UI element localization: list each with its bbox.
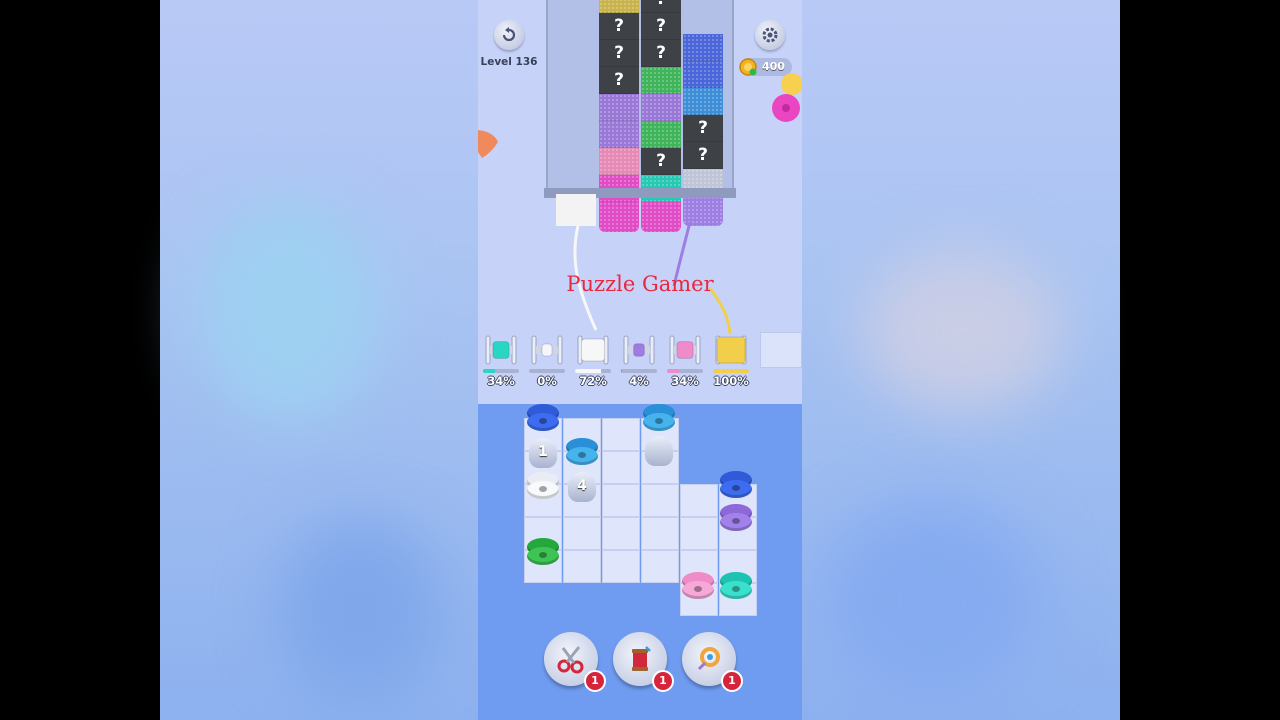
hidden-spool[interactable] bbox=[645, 436, 673, 466]
board-cell bbox=[602, 517, 640, 550]
spool-disk bbox=[682, 581, 714, 599]
spool-percent: 34% bbox=[487, 374, 515, 388]
board-cell bbox=[602, 451, 640, 484]
spool-count-badge: 1 bbox=[652, 670, 674, 692]
spool-disk bbox=[720, 480, 752, 498]
restart-icon bbox=[502, 27, 516, 42]
hidden-count: 4 bbox=[577, 478, 587, 494]
side-decoration-left bbox=[478, 130, 498, 158]
spool-disk bbox=[527, 413, 559, 431]
locked-spool-slot bbox=[760, 332, 802, 368]
spool-hole bbox=[539, 552, 547, 558]
board-cell bbox=[602, 418, 640, 451]
spool-hole bbox=[539, 418, 547, 424]
thread-spool[interactable] bbox=[573, 330, 613, 370]
spool-percent: 72% bbox=[579, 374, 607, 388]
coin-icon bbox=[739, 58, 757, 76]
spool-disk bbox=[720, 513, 752, 531]
spool-hole bbox=[539, 486, 547, 492]
board-cell bbox=[680, 517, 718, 550]
level-label: Level 136 bbox=[480, 56, 538, 68]
board-cell bbox=[680, 484, 718, 517]
thread-spool[interactable] bbox=[527, 330, 567, 370]
spool-hole bbox=[655, 418, 663, 424]
thread-spool[interactable] bbox=[665, 330, 705, 370]
spool-progress-bar bbox=[483, 369, 519, 373]
spool-disk bbox=[527, 481, 559, 499]
spool-progress-bar bbox=[667, 369, 703, 373]
background-left bbox=[160, 0, 478, 720]
spool-icon bbox=[623, 335, 655, 365]
side-decoration-right bbox=[772, 73, 802, 122]
spool-percent: 100% bbox=[713, 374, 749, 388]
spool-icon bbox=[485, 335, 517, 365]
spool-disk bbox=[720, 581, 752, 599]
restart-button[interactable] bbox=[494, 20, 524, 50]
thread-spool[interactable] bbox=[711, 330, 751, 370]
board-cell bbox=[602, 550, 640, 583]
thread-spool[interactable] bbox=[481, 330, 521, 370]
board-cell bbox=[641, 484, 679, 517]
spool-percent: 4% bbox=[629, 374, 649, 388]
magnet-count-badge: 1 bbox=[721, 670, 743, 692]
board-cell bbox=[563, 517, 601, 550]
thread-spool[interactable] bbox=[619, 330, 659, 370]
spool-percent: 34% bbox=[671, 374, 699, 388]
spool-disk bbox=[566, 447, 598, 465]
spool-icon bbox=[715, 335, 747, 365]
board-cell bbox=[602, 484, 640, 517]
spool-hole bbox=[732, 518, 740, 524]
spool-hole bbox=[578, 452, 586, 458]
board-cell bbox=[641, 550, 679, 583]
watermark-text: Puzzle Gamer bbox=[566, 272, 714, 296]
spool-hole bbox=[732, 485, 740, 491]
background-right bbox=[802, 0, 1120, 720]
magnet-icon bbox=[697, 647, 720, 671]
game-screen: ????????? Level 136 400 Puzzle Gam bbox=[478, 0, 802, 720]
spool-percent: 0% bbox=[537, 374, 557, 388]
scissors-icon bbox=[557, 646, 584, 674]
spool-progress-bar bbox=[529, 369, 565, 373]
thread-spool-icon bbox=[632, 646, 651, 671]
spool-progress-bar bbox=[713, 369, 749, 373]
spool-progress-bar bbox=[621, 369, 657, 373]
settings-button[interactable] bbox=[755, 20, 785, 50]
gear-icon bbox=[762, 27, 778, 43]
scissors-count-badge: 1 bbox=[584, 670, 606, 692]
spool-hole bbox=[732, 586, 740, 592]
spool-icon bbox=[531, 335, 563, 365]
spool-progress-bar bbox=[575, 369, 611, 373]
spool-disk bbox=[643, 413, 675, 431]
spool-icon bbox=[577, 335, 609, 365]
hidden-count: 1 bbox=[538, 444, 548, 460]
board-cell bbox=[563, 550, 601, 583]
board-cell bbox=[641, 517, 679, 550]
spool-icon bbox=[669, 335, 701, 365]
spool-hole bbox=[694, 586, 702, 592]
spool-disk bbox=[527, 547, 559, 565]
